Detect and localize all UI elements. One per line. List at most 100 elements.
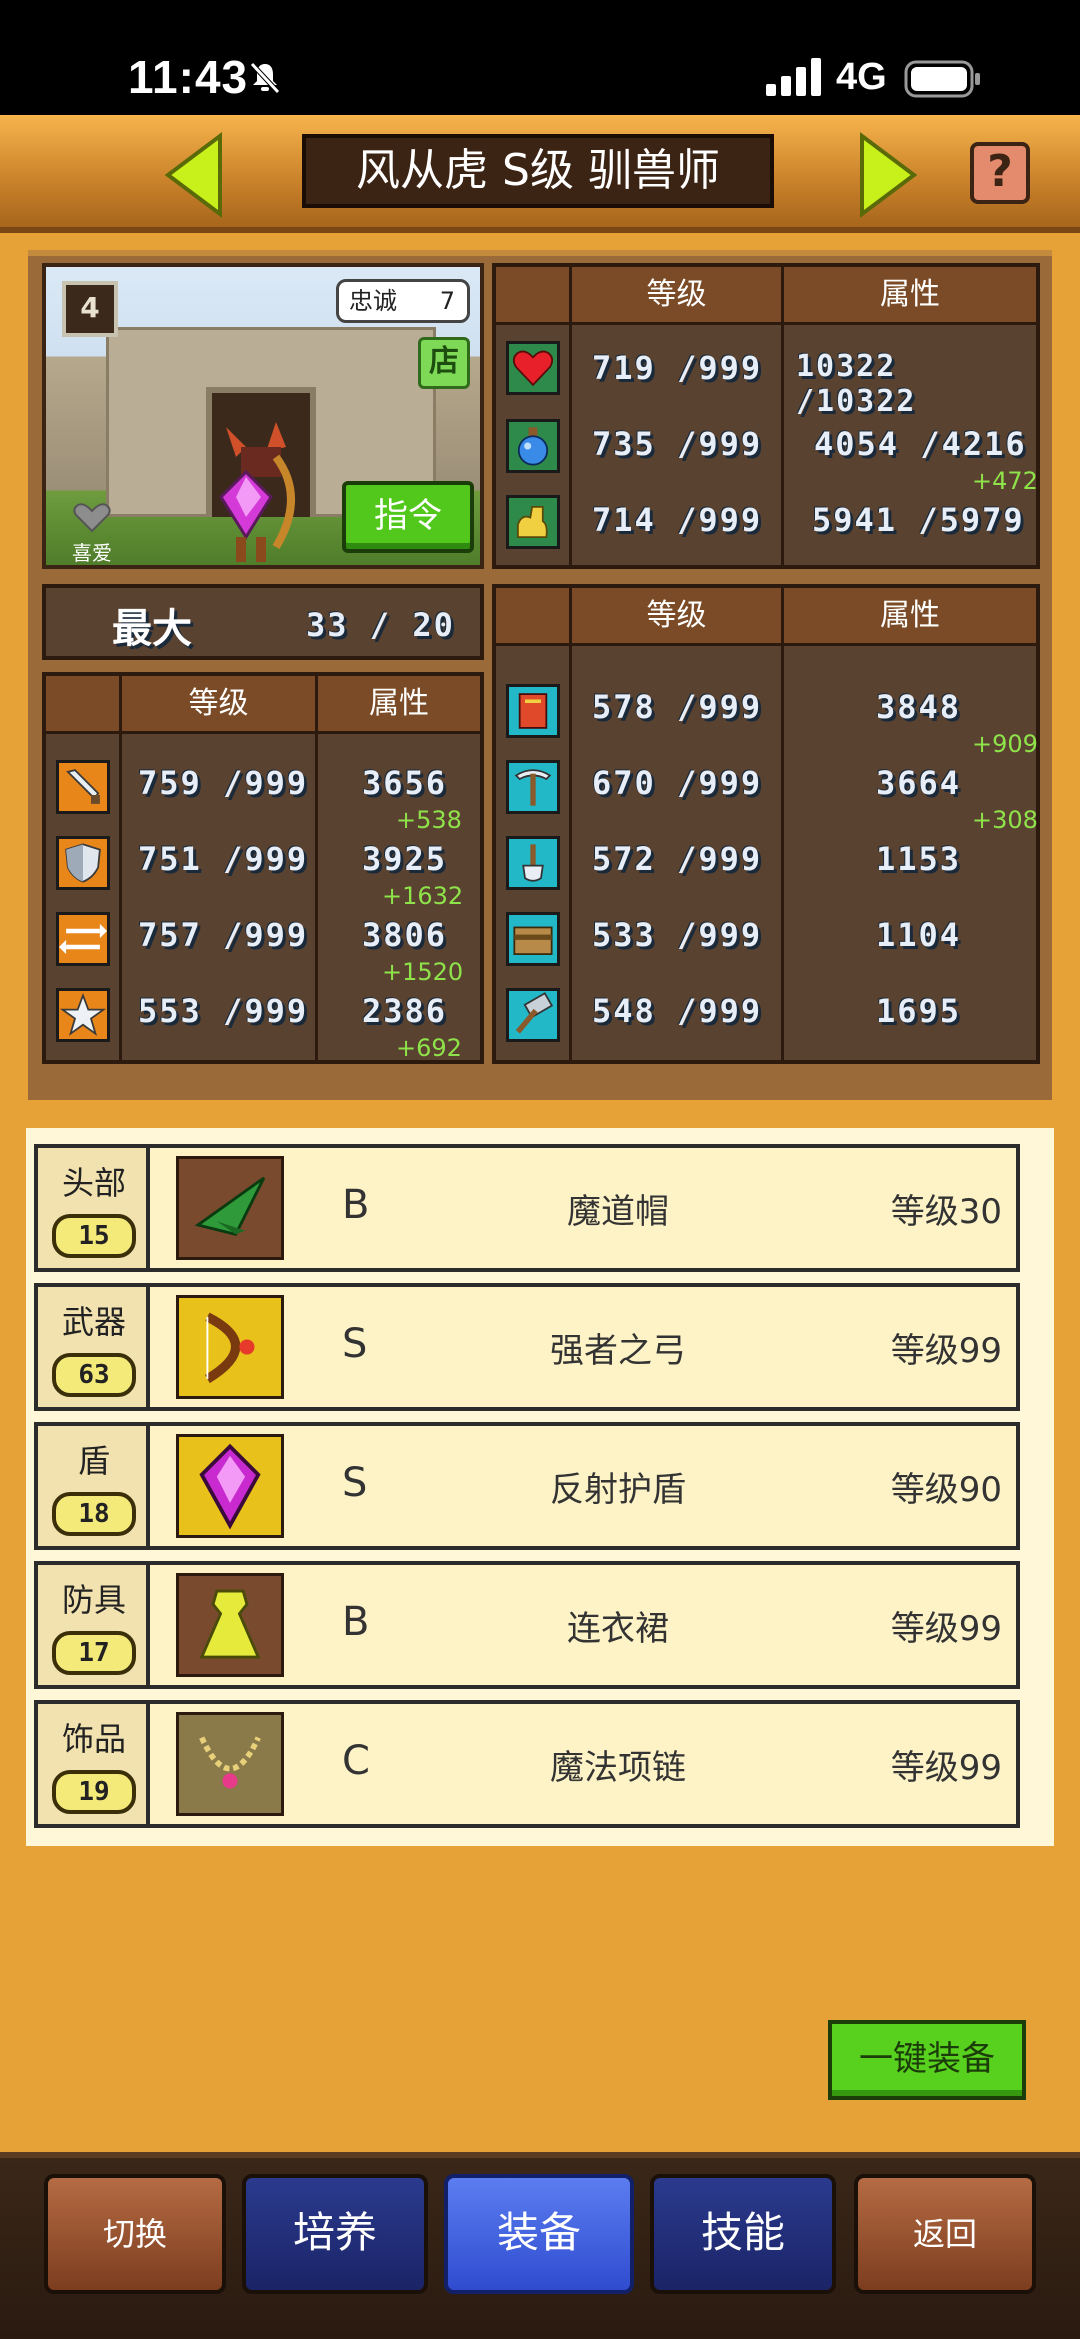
heart-outline-icon bbox=[73, 503, 111, 533]
character-title: 风从虎 S级 驯兽师 bbox=[302, 134, 774, 208]
command-button[interactable]: 指令 bbox=[342, 481, 474, 553]
slot-name: 饰品 bbox=[61, 1720, 126, 1758]
vital-stats-table: 等级 属性 719 /999 10322 /10322 735 /999 405… bbox=[492, 263, 1040, 569]
header-attr: 属性 bbox=[318, 676, 480, 734]
one-key-equip-button[interactable]: 一键装备 bbox=[828, 2020, 1026, 2100]
nav-equip[interactable]: 装备 bbox=[444, 2174, 634, 2294]
favorite-label: 喜爱 bbox=[72, 541, 112, 565]
mining-level: 670 /999 bbox=[592, 764, 763, 802]
nav-train[interactable]: 培养 bbox=[242, 2174, 428, 2294]
help-button[interactable]: ? bbox=[970, 142, 1030, 204]
knowledge-bonus: +909 bbox=[972, 730, 1038, 758]
item-level: 等级30 bbox=[890, 1192, 1002, 1232]
hp-level: 719 /999 bbox=[592, 349, 763, 387]
book-icon bbox=[506, 684, 560, 738]
mp-attr: 4054 /4216 bbox=[814, 425, 1027, 463]
slot-name: 防具 bbox=[61, 1581, 126, 1619]
loyalty-label: 忠诚 bbox=[349, 287, 397, 315]
max-label: 最大 bbox=[112, 606, 192, 652]
bow-icon bbox=[176, 1295, 284, 1399]
item-level: 等级90 bbox=[890, 1470, 1002, 1510]
slot-name: 盾 bbox=[77, 1442, 110, 1480]
luck-attr: 2386 bbox=[362, 992, 448, 1030]
attack-level: 759 /999 bbox=[138, 764, 309, 802]
mute-bell-icon bbox=[250, 62, 280, 94]
dress-icon bbox=[176, 1573, 284, 1677]
equip-row-head[interactable]: 头部 15 B 魔道帽 等级30 bbox=[34, 1144, 1020, 1272]
network-type: 4G bbox=[836, 56, 887, 98]
header-level: 等级 bbox=[572, 588, 784, 646]
potion-icon bbox=[506, 419, 560, 473]
header-level: 等级 bbox=[122, 676, 318, 734]
knowledge-level: 578 /999 bbox=[592, 688, 763, 726]
attack-bonus: +538 bbox=[396, 806, 462, 834]
speed-bonus: +1520 bbox=[382, 958, 464, 986]
slot-level: 17 bbox=[52, 1631, 136, 1675]
next-character-arrow-icon[interactable] bbox=[858, 132, 918, 218]
slot-cell: 武器 63 bbox=[38, 1287, 150, 1407]
header-attr: 属性 bbox=[784, 267, 1036, 325]
knowledge-attr: 3848 bbox=[876, 688, 962, 726]
pickaxe-icon bbox=[506, 760, 560, 814]
item-grade: B bbox=[342, 1599, 370, 1645]
shield-icon bbox=[56, 836, 110, 890]
equip-row-shield[interactable]: 盾 18 S 反射护盾 等级90 bbox=[34, 1422, 1020, 1550]
item-name: 魔法项链 bbox=[550, 1748, 686, 1788]
craft-attr: 1695 bbox=[876, 992, 962, 1030]
header-blank bbox=[46, 676, 122, 734]
sword-icon bbox=[56, 760, 110, 814]
mining-bonus: +308 bbox=[972, 806, 1038, 834]
chest-icon bbox=[506, 912, 560, 966]
loyalty-badge: 忠诚 7 bbox=[336, 279, 470, 323]
character-portrait[interactable]: 4 忠诚 7 店 喜爱 指令 bbox=[42, 263, 484, 569]
item-grade: S bbox=[342, 1321, 368, 1367]
battery-icon bbox=[904, 60, 980, 98]
nav-back[interactable]: 返回 bbox=[854, 2174, 1036, 2294]
nav-skills[interactable]: 技能 bbox=[650, 2174, 836, 2294]
character-sprite bbox=[219, 422, 295, 562]
heart-icon bbox=[506, 341, 560, 395]
star-icon bbox=[56, 988, 110, 1042]
item-grade: C bbox=[342, 1738, 370, 1784]
item-level: 等级99 bbox=[890, 1331, 1002, 1371]
speed-attr: 3806 bbox=[362, 916, 448, 954]
header-blank bbox=[496, 588, 572, 646]
prev-character-arrow-icon[interactable] bbox=[164, 132, 224, 218]
item-level: 等级99 bbox=[890, 1748, 1002, 1788]
carry-attr: 1104 bbox=[876, 916, 962, 954]
slot-name: 头部 bbox=[61, 1164, 126, 1202]
hp-attr: 10322 /10322 bbox=[796, 349, 917, 419]
slot-cell: 头部 15 bbox=[38, 1148, 150, 1268]
digging-attr: 1153 bbox=[876, 840, 962, 878]
nav-switch[interactable]: 切换 bbox=[44, 2174, 226, 2294]
item-grade: B bbox=[342, 1182, 370, 1228]
stamina-attr: 5941 /5979 bbox=[812, 501, 1025, 539]
status-time: 11:43 bbox=[128, 51, 249, 103]
slot-level: 63 bbox=[52, 1353, 136, 1397]
slot-name: 武器 bbox=[61, 1303, 126, 1341]
item-level: 等级99 bbox=[890, 1609, 1002, 1649]
arrows-icon bbox=[56, 912, 110, 966]
slot-level: 18 bbox=[52, 1492, 136, 1536]
mining-attr: 3664 bbox=[876, 764, 962, 802]
mp-bonus: +472 bbox=[972, 467, 1038, 495]
craft-level: 548 /999 bbox=[592, 992, 763, 1030]
header-level: 等级 bbox=[572, 267, 784, 325]
stamina-level: 714 /999 bbox=[592, 501, 763, 539]
work-stats-table: 等级 属性 578 /999 3848 +909 670 /999 3664 +… bbox=[492, 584, 1040, 1064]
slot-level: 15 bbox=[52, 1214, 136, 1258]
combat-stats-table: 等级 属性 759 /999 3656 +538 751 /999 3925 +… bbox=[42, 672, 484, 1064]
slot-cell: 防具 17 bbox=[38, 1565, 150, 1685]
shop-button[interactable]: 店 bbox=[418, 337, 470, 389]
shovel-icon bbox=[506, 836, 560, 890]
carry-level: 533 /999 bbox=[592, 916, 763, 954]
witch-hat-icon bbox=[176, 1156, 284, 1260]
defense-attr: 3925 bbox=[362, 840, 448, 878]
equip-row-weapon[interactable]: 武器 63 S 强者之弓 等级99 bbox=[34, 1283, 1020, 1411]
slot-cell: 盾 18 bbox=[38, 1426, 150, 1546]
favorite-toggle[interactable]: 喜爱 bbox=[66, 503, 118, 565]
equip-row-accessory[interactable]: 饰品 19 C 魔法项链 等级99 bbox=[34, 1700, 1020, 1828]
equip-row-armor[interactable]: 防具 17 B 连衣裙 等级99 bbox=[34, 1561, 1020, 1689]
slot-level: 19 bbox=[52, 1770, 136, 1814]
defense-bonus: +1632 bbox=[382, 882, 464, 910]
